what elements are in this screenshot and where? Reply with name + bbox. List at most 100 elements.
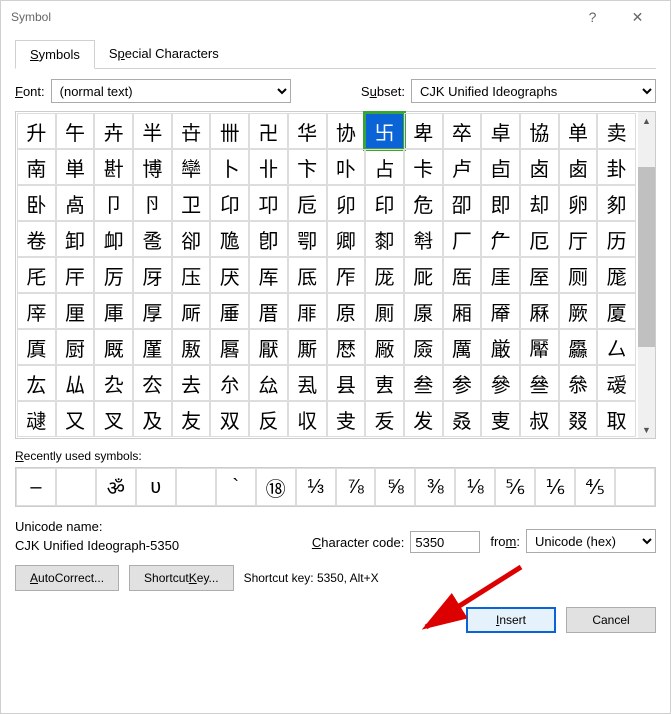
symbol-cell[interactable]: 卞	[288, 149, 327, 185]
symbol-cell[interactable]: 厗	[17, 293, 56, 329]
symbol-cell[interactable]: 厒	[443, 257, 482, 293]
recent-symbol-cell[interactable]: ⑱	[256, 468, 296, 506]
symbol-cell[interactable]: 半	[133, 113, 172, 149]
symbol-cell[interactable]: 厰	[365, 329, 404, 365]
symbol-cell[interactable]: 厔	[520, 257, 559, 293]
recent-symbol-cell[interactable]	[56, 468, 96, 506]
symbol-cell[interactable]: 厬	[210, 329, 249, 365]
symbol-cell[interactable]: 厖	[597, 257, 636, 293]
symbol-cell[interactable]: 卝	[249, 149, 288, 185]
symbol-cell[interactable]: 卼	[210, 221, 249, 257]
symbol-cell[interactable]: 厪	[133, 329, 172, 365]
symbol-cell[interactable]: 又	[56, 401, 95, 437]
symbol-cell[interactable]: 协	[327, 113, 366, 149]
recent-symbol-cell[interactable]: –	[16, 468, 56, 506]
symbol-cell[interactable]: 卯	[327, 185, 366, 221]
symbol-cell[interactable]: 印	[365, 185, 404, 221]
symbol-cell[interactable]: 占	[365, 149, 404, 185]
symbol-cell[interactable]: 厕	[559, 257, 598, 293]
symbol-cell[interactable]: 厅	[559, 221, 598, 257]
symbol-cell[interactable]: 参	[443, 365, 482, 401]
symbol-cell[interactable]: 卒	[443, 113, 482, 149]
symbol-cell[interactable]: 厙	[94, 293, 133, 329]
symbol-cell[interactable]: 厽	[249, 365, 288, 401]
symbol-cell[interactable]: 友	[172, 401, 211, 437]
symbol-cell[interactable]: 卓	[481, 113, 520, 149]
font-select[interactable]: (normal text)	[51, 79, 291, 103]
symbol-cell[interactable]: 卫	[172, 185, 211, 221]
symbol-cell[interactable]: 卻	[172, 221, 211, 257]
symbol-cell[interactable]: 厣	[481, 293, 520, 329]
recent-symbols-grid[interactable]: –ॐʋ`⑱⅓⅞⅝⅜⅛⅚⅙⅘	[15, 467, 656, 507]
symbol-cell[interactable]: 卨	[56, 185, 95, 221]
subset-select[interactable]: CJK Unified Ideographs	[411, 79, 656, 103]
symbol-cell[interactable]: 厘	[56, 293, 95, 329]
symbol-cell[interactable]: 厊	[133, 257, 172, 293]
symbol-cell[interactable]: 厠	[365, 293, 404, 329]
symbol-cell[interactable]: 发	[404, 401, 443, 437]
symbol-cell[interactable]: 叐	[365, 401, 404, 437]
symbol-cell[interactable]: 午	[56, 113, 95, 149]
symbol-cell[interactable]: 即	[481, 185, 520, 221]
symbol-cell[interactable]: 厂	[443, 221, 482, 257]
recent-symbol-cell[interactable]: ʋ	[136, 468, 176, 506]
symbol-cell[interactable]: 厞	[288, 293, 327, 329]
symbol-cell[interactable]: 厁	[404, 221, 443, 257]
cancel-button[interactable]: Cancel	[566, 607, 656, 633]
symbol-cell[interactable]: 华	[288, 113, 327, 149]
symbol-cell[interactable]: 厭	[249, 329, 288, 365]
recent-symbol-cell[interactable]: ⅝	[375, 468, 415, 506]
symbol-cell[interactable]: 厱	[404, 329, 443, 365]
symbol-cell[interactable]: 双	[210, 401, 249, 437]
symbol-cell[interactable]: 卶	[597, 185, 636, 221]
symbol-cell[interactable]: 卢	[443, 149, 482, 185]
symbol-cell[interactable]: 卺	[133, 221, 172, 257]
symbol-cell[interactable]: 叆	[597, 365, 636, 401]
symbol-cell[interactable]: 協	[520, 113, 559, 149]
symbol-cell[interactable]: 叔	[520, 401, 559, 437]
symbol-cell[interactable]: 厲	[443, 329, 482, 365]
symbol-cell[interactable]: 厜	[210, 293, 249, 329]
symbol-cell[interactable]: 卣	[481, 149, 520, 185]
symbol-cell[interactable]: 卐	[365, 113, 404, 149]
symbol-cell[interactable]: 卜	[210, 149, 249, 185]
symbol-cell[interactable]: 南	[17, 149, 56, 185]
help-button[interactable]: ?	[570, 1, 615, 33]
autocorrect-button[interactable]: AutoCorrect...	[15, 565, 119, 591]
symbol-cell[interactable]: 卽	[249, 221, 288, 257]
symbol-cell[interactable]: 厢	[443, 293, 482, 329]
symbol-cell[interactable]: 厏	[327, 257, 366, 293]
symbol-cell[interactable]: 卦	[597, 149, 636, 185]
symbol-cell[interactable]: 參	[481, 365, 520, 401]
symbol-cell[interactable]: 厌	[210, 257, 249, 293]
symbol-cell[interactable]: 厚	[133, 293, 172, 329]
symbol-cell[interactable]: 厀	[365, 221, 404, 257]
symbol-cell[interactable]: 厑	[404, 257, 443, 293]
recent-symbol-cell[interactable]	[176, 468, 216, 506]
symbol-cell[interactable]: 升	[17, 113, 56, 149]
symbol-cell[interactable]: 县	[327, 365, 366, 401]
recent-symbol-cell[interactable]: ⅚	[495, 468, 535, 506]
symbol-cell[interactable]: 叇	[17, 401, 56, 437]
recent-symbol-cell[interactable]: ⅓	[296, 468, 336, 506]
symbol-cell[interactable]: 叒	[443, 401, 482, 437]
symbol-grid[interactable]: 升午卉半卋卌卍华协卐卑卒卓協单卖南単卙博卛卜卝卞卟占卡卢卣卤卥卦卧卨卩卪卫卬卭卮…	[17, 113, 636, 437]
symbol-cell[interactable]: 叏	[327, 401, 366, 437]
symbol-cell[interactable]: 厹	[94, 365, 133, 401]
symbol-cell[interactable]: 厵	[559, 329, 598, 365]
symbol-cell[interactable]: 厇	[17, 257, 56, 293]
symbol-cell[interactable]: 卍	[249, 113, 288, 149]
scrollbar[interactable]: ▲ ▼	[638, 112, 655, 438]
char-code-input[interactable]	[410, 531, 480, 553]
symbol-cell[interactable]: 博	[133, 149, 172, 185]
scroll-down-button[interactable]: ▼	[638, 421, 655, 438]
symbol-cell[interactable]: 厉	[94, 257, 133, 293]
symbol-cell[interactable]: 厦	[597, 293, 636, 329]
symbol-cell[interactable]: 卋	[172, 113, 211, 149]
insert-button[interactable]: Insert	[466, 607, 556, 633]
symbol-cell[interactable]: 厯	[327, 329, 366, 365]
symbol-cell[interactable]: 厳	[481, 329, 520, 365]
symbol-cell[interactable]: 去	[172, 365, 211, 401]
symbol-cell[interactable]: 卬	[210, 185, 249, 221]
symbol-cell[interactable]: 厨	[56, 329, 95, 365]
